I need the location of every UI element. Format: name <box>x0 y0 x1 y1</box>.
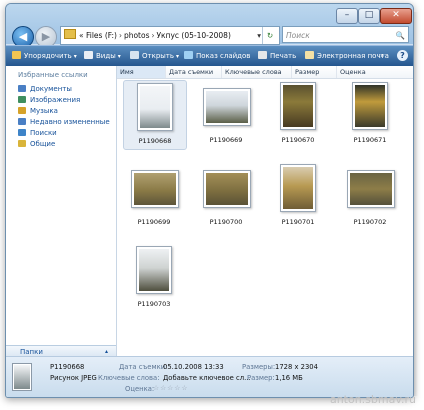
folder-icon <box>64 29 76 39</box>
favorite-links-heading: Избранные ссылки <box>18 71 88 79</box>
file-thumbnail[interactable]: P1190703 <box>123 244 185 312</box>
sidebar-item-pictures[interactable]: Изображения <box>18 95 110 106</box>
maximize-button[interactable]: □ <box>358 8 380 24</box>
details-pane: P1190668 Рисунок JPEG Дата съемки: 05.10… <box>6 356 413 397</box>
documents-icon <box>18 85 26 92</box>
views-button[interactable]: Виды ▾ <box>84 46 121 67</box>
photo-thumbnail-image <box>203 88 251 126</box>
command-toolbar: Упорядочить ▾ Виды ▾ Открыть ▾ Показ слайдо… <box>6 45 413 66</box>
views-icon <box>84 51 93 59</box>
minimize-button[interactable]: – <box>336 8 358 24</box>
close-button[interactable]: ✕ <box>380 8 412 24</box>
address-segment-photos[interactable]: photos <box>124 31 150 40</box>
search-icon[interactable]: 🔍 <box>396 27 405 44</box>
favorite-links-list: Документы Изображения Музыка Недавно изм… <box>18 84 110 150</box>
address-segment-folder[interactable]: Укпус (05-10-2008) <box>156 31 230 40</box>
details-size-value: 1,16 МБ <box>275 374 303 382</box>
help-icon[interactable]: ? <box>397 50 408 61</box>
address-prefix: « <box>79 31 84 40</box>
navigation-pane: Избранные ссылки Документы Изображения М… <box>6 66 117 357</box>
details-file-type: Рисунок JPEG <box>50 374 97 382</box>
open-icon <box>130 51 139 59</box>
file-thumbnail[interactable]: P1190701 <box>267 162 329 230</box>
file-name-label: P1190669 <box>209 136 243 144</box>
address-separator: › <box>118 31 122 40</box>
open-button[interactable]: Открыть ▾ <box>130 46 179 67</box>
print-button[interactable]: Печать <box>258 46 296 66</box>
file-name-label: P1190671 <box>353 136 387 144</box>
address-dropdown-icon[interactable]: ▾ <box>257 27 261 44</box>
title-bar: – □ ✕ ◀ ▶ « Files (F:) › photos › Укпус (05-… <box>6 4 413 48</box>
refresh-icon[interactable]: ↻ <box>262 27 277 44</box>
recent-icon <box>18 118 26 125</box>
music-icon <box>18 107 26 114</box>
address-segment-drive[interactable]: Files (F:) <box>86 31 117 40</box>
selected-file-preview <box>12 363 32 391</box>
column-header-rating[interactable]: Оценка <box>336 66 413 78</box>
file-list-pane: Имя Дата съемки Ключевые слова Размер Оц… <box>117 66 413 357</box>
column-header-size[interactable]: Размер <box>291 66 336 78</box>
address-separator: › <box>151 31 155 40</box>
sidebar-item-recent[interactable]: Недавно измененные <box>18 117 110 128</box>
search-input[interactable]: Поиск 🔍 <box>282 26 409 43</box>
details-size-label: Размер: <box>247 374 275 382</box>
details-keywords-field[interactable]: Добавьте ключевое сл... <box>163 374 251 382</box>
search-placeholder: Поиск <box>286 31 310 40</box>
column-header-name[interactable]: Имя <box>117 66 165 78</box>
file-name-label: P1190702 <box>353 218 387 226</box>
details-dimensions-value: 1728 x 2304 <box>275 363 318 371</box>
file-thumbnail[interactable]: P1190668 <box>123 80 187 150</box>
sidebar-item-searches[interactable]: Поиски <box>18 128 110 139</box>
file-thumbnail[interactable]: P1190699 <box>123 162 185 230</box>
explorer-window: – □ ✕ ◀ ▶ « Files (F:) › photos › Укпус (05-… <box>5 3 414 398</box>
details-file-name: P1190668 <box>50 363 85 371</box>
file-thumbnail[interactable]: P1190700 <box>195 162 257 230</box>
column-header-date-taken[interactable]: Дата съемки <box>165 66 221 78</box>
file-name-label: P1190703 <box>137 300 171 308</box>
address-bar[interactable]: « Files (F:) › photos › Укпус (05-10-2008) ▾… <box>60 26 280 45</box>
details-rating-label: Оценка: <box>125 385 155 393</box>
column-header-keywords[interactable]: Ключевые слова <box>221 66 291 78</box>
file-thumbnail[interactable]: P1190670 <box>267 80 329 148</box>
organize-button[interactable]: Упорядочить ▾ <box>12 46 77 67</box>
toolbar-overflow-button[interactable]: » <box>380 46 384 66</box>
sidebar-item-public[interactable]: Общие <box>18 139 110 150</box>
file-name-label: P1190668 <box>138 137 172 145</box>
photo-thumbnail-image <box>347 170 395 208</box>
sidebar-item-documents[interactable]: Документы <box>18 84 110 95</box>
email-button[interactable]: Электронная почта <box>305 46 389 66</box>
photo-thumbnail-image <box>280 82 316 130</box>
column-headers: Имя Дата съемки Ключевые слова Размер Оц… <box>117 66 413 79</box>
details-keywords-label: Ключевые слова: <box>98 374 160 382</box>
photo-thumbnail-image <box>352 82 388 130</box>
print-icon <box>258 51 267 59</box>
photo-thumbnail-image <box>136 246 172 294</box>
file-name-label: P1190700 <box>209 218 243 226</box>
photo-thumbnail-image <box>203 170 251 208</box>
file-thumbnail[interactable]: P1190702 <box>339 162 401 230</box>
rating-stars[interactable]: ☆☆☆☆☆ <box>153 384 188 392</box>
details-date-value: 05.10.2008 13:33 <box>163 363 224 371</box>
sidebar-item-music[interactable]: Музыка <box>18 106 110 117</box>
photo-thumbnail-image <box>131 170 179 208</box>
slideshow-button[interactable]: Показ слайдов <box>184 46 250 66</box>
slideshow-icon <box>184 51 193 59</box>
details-date-label: Дата съемки: <box>119 363 168 371</box>
photo-thumbnail-image <box>280 164 316 212</box>
file-name-label: P1190701 <box>281 218 315 226</box>
email-icon <box>305 51 314 59</box>
pictures-icon <box>18 96 26 103</box>
file-thumbnail[interactable]: P1190669 <box>195 80 257 148</box>
file-name-label: P1190670 <box>281 136 315 144</box>
site-watermark: anton.sbmav.ru <box>329 393 416 406</box>
details-dimensions-label: Размеры: <box>242 363 276 371</box>
file-thumbnail[interactable]: P1190671 <box>339 80 401 148</box>
searches-icon <box>18 129 26 136</box>
organize-icon <box>12 51 21 59</box>
photo-thumbnail-image <box>137 83 173 131</box>
file-name-label: P1190699 <box>137 218 171 226</box>
public-icon <box>18 140 26 147</box>
